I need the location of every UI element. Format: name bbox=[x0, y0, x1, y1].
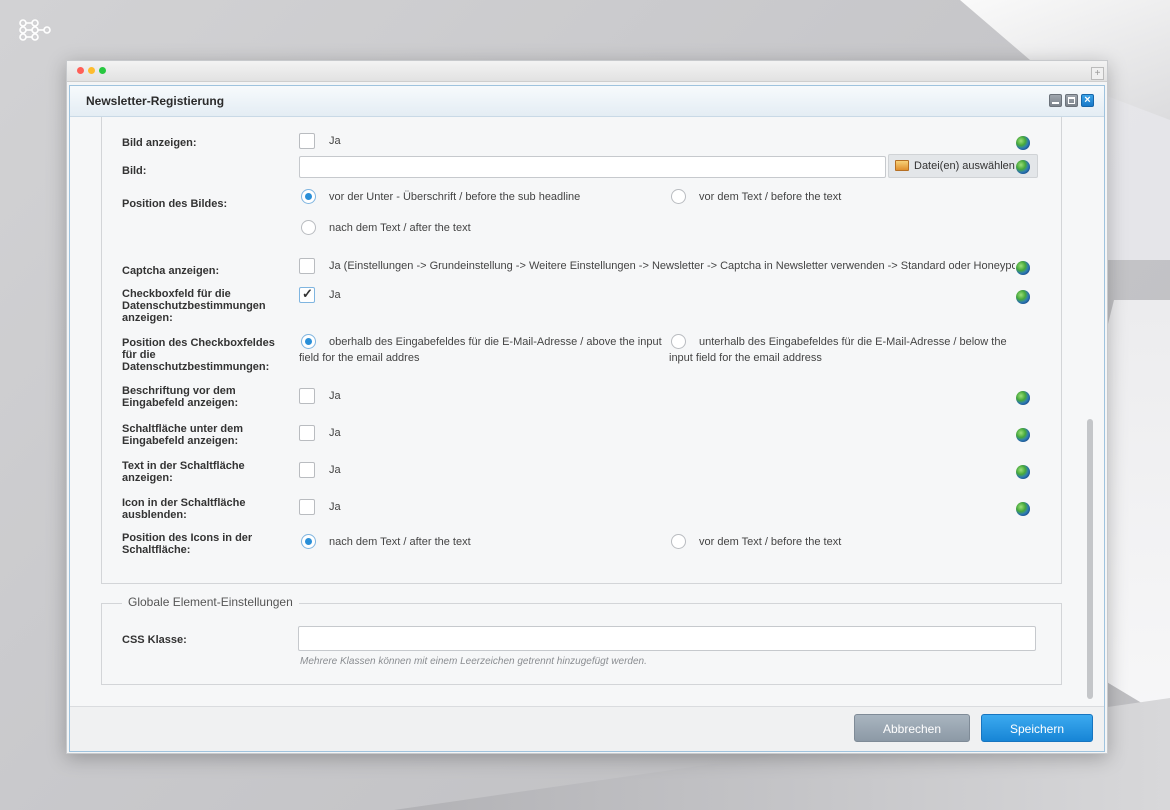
field-label: Checkboxfeld für die Datenschutzbestimmu… bbox=[122, 288, 266, 324]
global-settings-fieldset: Globale Element-Einstellungen CSS Klasse… bbox=[101, 595, 1062, 685]
globe-icon[interactable] bbox=[1016, 502, 1030, 516]
minimize-icon[interactable] bbox=[1049, 94, 1062, 107]
globe-icon[interactable] bbox=[1016, 136, 1030, 150]
checkbox-label: Ja bbox=[329, 135, 341, 147]
globe-icon[interactable] bbox=[1016, 160, 1030, 174]
globe-icon[interactable] bbox=[1016, 465, 1030, 479]
datenschutz-checkbox[interactable] bbox=[299, 286, 315, 303]
close-icon[interactable]: × bbox=[1081, 94, 1094, 107]
image-file-icon bbox=[895, 160, 909, 171]
field-label: Schaltfläche unter dem Eingabefeld anzei… bbox=[122, 423, 244, 447]
zoom-window-dot[interactable] bbox=[99, 67, 106, 74]
position-bild-radio-3[interactable] bbox=[301, 220, 316, 235]
globe-icon[interactable] bbox=[1016, 290, 1030, 304]
minimize-window-dot[interactable] bbox=[88, 67, 95, 74]
radio-label: vor dem Text / before the text bbox=[699, 536, 842, 548]
radio-label: nach dem Text / after the text bbox=[329, 536, 471, 548]
icon-schaltflaeche-checkbox[interactable] bbox=[299, 499, 315, 515]
radio-label: unterhalb des Eingabefeldes für die E-Ma… bbox=[669, 336, 1007, 364]
beschriftung-checkbox[interactable] bbox=[299, 388, 315, 404]
maximize-icon[interactable] bbox=[1065, 94, 1078, 107]
window-titlebar: + bbox=[67, 61, 1107, 82]
close-window-dot[interactable] bbox=[77, 67, 84, 74]
scrollbar-thumb[interactable] bbox=[1087, 419, 1093, 699]
field-label: Bild anzeigen: bbox=[122, 137, 197, 149]
position-bild-radio-2[interactable] bbox=[671, 189, 686, 204]
dialog-footer: Abbrechen Speichern bbox=[70, 706, 1104, 751]
element-settings-fieldset: Bild anzeigen: Ja Bild: Datei(en) auswäh… bbox=[101, 117, 1062, 584]
dialog-header: Newsletter-Registierung × bbox=[70, 86, 1104, 117]
checkbox-label: Ja bbox=[329, 501, 341, 513]
fieldset-legend: Globale Element-Einstellungen bbox=[122, 595, 299, 609]
field-label: Position des Bildes: bbox=[122, 198, 228, 210]
css-class-input[interactable] bbox=[298, 626, 1036, 651]
radio-label: oberhalb des Eingabefeldes für die E-Mai… bbox=[299, 336, 662, 364]
checkbox-label: Ja bbox=[329, 289, 341, 301]
position-icon-radio-1[interactable] bbox=[301, 534, 316, 549]
field-label: Text in der Schaltfläche anzeigen: bbox=[122, 460, 245, 484]
field-label: CSS Klasse: bbox=[122, 634, 187, 646]
save-button[interactable]: Speichern bbox=[981, 714, 1093, 742]
globe-icon[interactable] bbox=[1016, 261, 1030, 275]
radio-label: vor dem Text / before the text bbox=[699, 191, 842, 203]
captcha-checkbox[interactable] bbox=[299, 258, 315, 274]
field-label: Beschriftung vor dem Eingabefeld anzeige… bbox=[122, 385, 239, 409]
plus-icon[interactable]: + bbox=[1091, 67, 1104, 80]
globe-icon[interactable] bbox=[1016, 391, 1030, 405]
text-schaltflaeche-checkbox[interactable] bbox=[299, 462, 315, 478]
file-select-label: Datei(en) auswählen bbox=[914, 160, 1015, 172]
field-label: Position des Icons in der Schaltfläche: bbox=[122, 532, 253, 556]
checkbox-label: Ja bbox=[329, 390, 341, 402]
field-label: Captcha anzeigen: bbox=[122, 265, 220, 277]
position-icon-radio-2[interactable] bbox=[671, 534, 686, 549]
field-label: Bild: bbox=[122, 165, 147, 177]
cancel-button[interactable]: Abbrechen bbox=[854, 714, 970, 742]
field-label: Position des Checkboxfeldes für die Date… bbox=[122, 337, 275, 373]
dialog-body: Bild anzeigen: Ja Bild: Datei(en) auswäh… bbox=[70, 117, 1104, 706]
bild-anzeigen-checkbox[interactable] bbox=[299, 133, 315, 149]
globe-icon[interactable] bbox=[1016, 428, 1030, 442]
field-label: Icon in der Schaltfläche ausblenden: bbox=[122, 497, 246, 521]
radio-label: vor der Unter - Überschrift / before the… bbox=[329, 191, 581, 203]
dialog-title: Newsletter-Registierung bbox=[86, 94, 225, 108]
browser-window: + Newsletter-Registierung × Bild anzeige… bbox=[66, 60, 1108, 754]
schaltflaeche-checkbox[interactable] bbox=[299, 425, 315, 441]
hint-text: Mehrere Klassen können mit einem Leerzei… bbox=[300, 656, 647, 667]
network-nodes-icon[interactable] bbox=[18, 19, 52, 41]
bild-input[interactable] bbox=[299, 156, 886, 178]
radio-label: nach dem Text / after the text bbox=[329, 222, 471, 234]
checkbox-label: Ja (Einstellungen -> Grundeinstellung ->… bbox=[329, 260, 1015, 272]
newsletter-dialog: Newsletter-Registierung × Bild anzeigen:… bbox=[69, 85, 1105, 752]
checkbox-label: Ja bbox=[329, 464, 341, 476]
position-bild-radio-1[interactable] bbox=[301, 189, 316, 204]
checkbox-label: Ja bbox=[329, 427, 341, 439]
